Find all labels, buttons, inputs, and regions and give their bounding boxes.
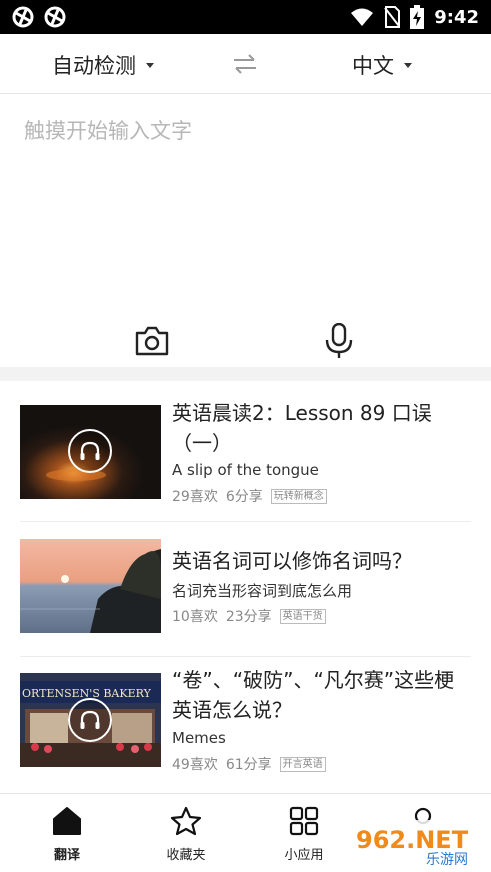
tab-label: 翻译 — [53, 848, 80, 863]
headphones-icon — [80, 710, 100, 729]
article-subtitle: Memes — [172, 729, 226, 747]
app-notification-icon — [12, 6, 34, 28]
tab-mini-apps[interactable]: 小应用 — [259, 806, 349, 863]
category-tag: 玩转新概念 — [270, 488, 327, 504]
input-placeholder: 触摸开始输入文字 — [24, 119, 192, 143]
target-language-label: 中文 — [352, 54, 394, 78]
article-title: “卷”、“破防”、“凡尔赛”这些梗英语怎么说？ — [172, 668, 455, 722]
tab-label: 小应用 — [284, 848, 324, 863]
target-language-selector[interactable]: 中文 — [352, 50, 412, 80]
wifi-icon — [351, 8, 374, 26]
article-meta: 49喜欢 61分享 开言英语 — [172, 754, 326, 774]
battery-charging-icon — [410, 5, 425, 29]
microphone-icon[interactable] — [324, 323, 354, 359]
swap-arrows-icon[interactable] — [232, 52, 258, 76]
article-title: 英语名词可以修饰名词吗？ — [172, 549, 412, 573]
category-tag: 英语干货 — [279, 608, 326, 624]
share-count: 6分享 — [225, 489, 263, 505]
section-divider — [0, 367, 491, 381]
share-count: 23分享 — [225, 609, 272, 625]
like-count: 10喜欢 — [172, 609, 218, 625]
apps-grid-icon — [289, 806, 319, 836]
list-item[interactable]: 英语晨读2：Lesson 89 口误（一） A slip of the tong… — [0, 381, 491, 522]
status-left-icons — [12, 6, 66, 28]
category-tag: 开言英语 — [279, 756, 326, 772]
article-title: 英语晨读2：Lesson 89 口误（一） — [172, 401, 432, 455]
tab-translate[interactable]: 翻译 — [22, 806, 112, 863]
app-notification-icon — [44, 6, 66, 28]
language-bar: 自动检测 中文 — [0, 34, 491, 94]
text-input-area[interactable]: 触摸开始输入文字 — [0, 95, 491, 367]
tab-favorites[interactable]: 收藏夹 — [141, 806, 231, 863]
site-watermark-logo: 962.NET 乐游网 — [352, 820, 486, 868]
watermark-text: 962.NET — [356, 826, 469, 854]
article-thumbnail — [20, 405, 161, 499]
share-count: 61分享 — [225, 757, 272, 773]
article-subtitle: A slip of the tongue — [172, 461, 319, 479]
status-right-icons: 9:42 — [350, 5, 479, 29]
article-subtitle: 名词充当形容词到底怎么用 — [172, 582, 353, 600]
audio-play-button[interactable] — [68, 429, 112, 473]
status-bar: 9:42 — [0, 0, 491, 34]
star-icon — [170, 806, 202, 836]
clock: 9:42 — [434, 6, 479, 28]
article-feed: 英语晨读2：Lesson 89 口误（一） A slip of the tong… — [0, 381, 491, 793]
sunset-coast-image — [20, 539, 161, 633]
tab-label: 收藏夹 — [166, 848, 206, 863]
list-item[interactable]: ORTENSEN'S BAKERY “卷”、“破防”、“凡尔赛”这些梗英语怎么说… — [0, 657, 491, 792]
article-meta: 10喜欢 23分享 英语干货 — [172, 606, 326, 626]
audio-play-button[interactable] — [68, 698, 112, 742]
home-icon — [53, 807, 81, 835]
like-count: 49喜欢 — [172, 757, 218, 773]
source-language-selector[interactable]: 自动检测 — [52, 50, 154, 80]
article-thumbnail: ORTENSEN'S BAKERY — [20, 673, 161, 767]
camera-icon[interactable] — [135, 326, 169, 356]
watermark-subtext: 乐游网 — [426, 852, 468, 868]
article-thumbnail — [20, 539, 161, 633]
article-meta: 29喜欢 6分享 玩转新概念 — [172, 486, 327, 506]
headphones-icon — [80, 441, 100, 460]
like-count: 29喜欢 — [172, 489, 218, 505]
no-sim-icon — [384, 6, 401, 28]
chevron-down-icon — [146, 62, 154, 68]
source-language-label: 自动检测 — [52, 54, 136, 78]
list-item[interactable]: 英语名词可以修饰名词吗？ 名词充当形容词到底怎么用 10喜欢 23分享 英语干货 — [0, 522, 491, 657]
chevron-down-icon — [404, 62, 412, 68]
